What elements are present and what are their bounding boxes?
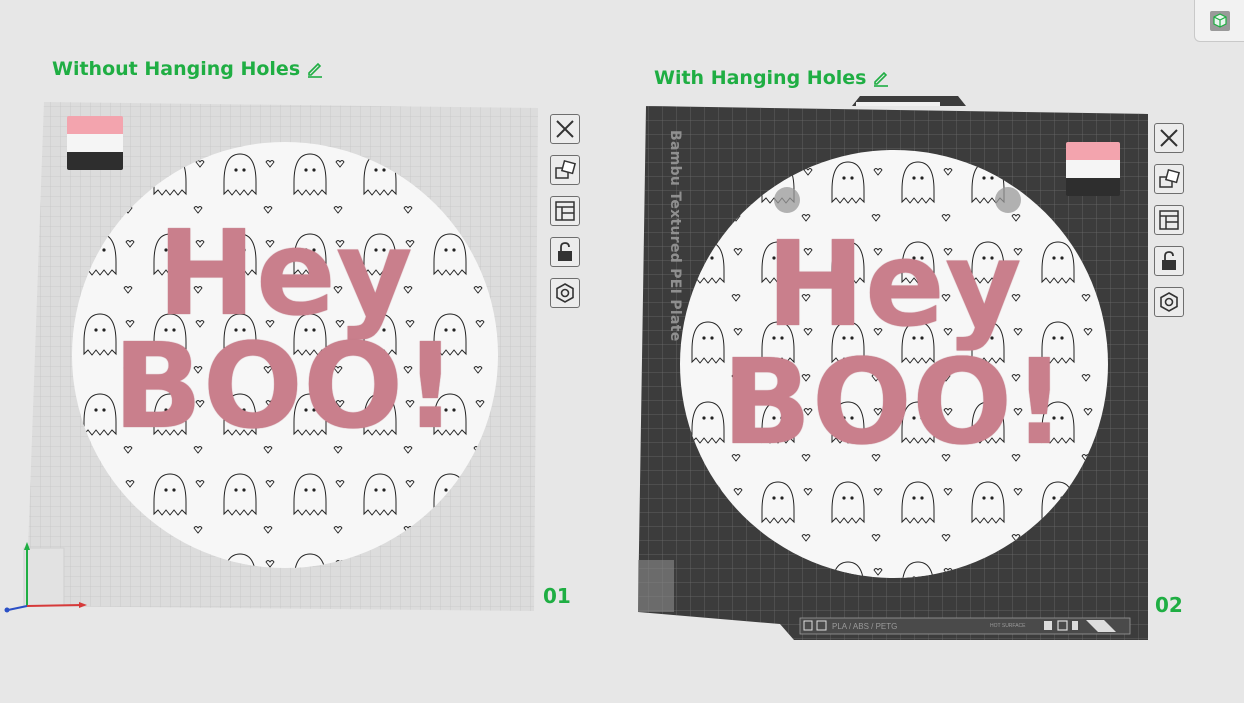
plate-2-title: With Hanging Holes <box>654 67 890 89</box>
arrange-button[interactable] <box>1154 205 1184 235</box>
auto-orient-icon <box>1159 168 1180 188</box>
auto-orient-icon <box>555 159 576 179</box>
arrange-icon <box>555 201 575 221</box>
settings-hex-icon <box>556 283 574 303</box>
design-text-line2-plate1: BOO! <box>112 317 458 455</box>
close-icon <box>1160 129 1178 147</box>
design-text-line1-plate1: Hey <box>157 204 413 342</box>
cube-icon <box>1209 10 1230 31</box>
plate-settings-button[interactable] <box>1154 287 1184 317</box>
settings-hex-icon <box>1160 292 1178 312</box>
bed-footer-label: PLA / ABS / PETG <box>832 622 898 631</box>
arrange-button[interactable] <box>550 196 580 226</box>
plate-2-number: 02 <box>1155 593 1183 617</box>
hanging-hole-left <box>774 187 800 213</box>
edit-icon[interactable] <box>306 60 324 78</box>
design-text-line2-plate2: BOO! <box>721 333 1067 471</box>
edit-icon[interactable] <box>872 69 890 87</box>
plate-settings-button[interactable] <box>550 278 580 308</box>
lock-icon <box>1162 251 1176 270</box>
lock-plate-button[interactable] <box>1154 246 1184 276</box>
plate-1-title-text: Without Hanging Holes <box>52 58 301 80</box>
hanging-hole-right <box>995 187 1021 213</box>
delete-plate-button[interactable] <box>1154 123 1184 153</box>
bed-footer-small: HOT SURFACE <box>990 623 1026 629</box>
model-disc-1[interactable]: Hey BOO! <box>72 142 498 568</box>
view-cube-button[interactable] <box>1194 0 1244 42</box>
lock-plate-button[interactable] <box>550 237 580 267</box>
close-icon <box>556 120 574 138</box>
arrange-icon <box>1159 210 1179 230</box>
auto-orient-button[interactable] <box>550 155 580 185</box>
plate-2-title-text: With Hanging Holes <box>654 67 867 89</box>
lock-icon <box>558 242 572 261</box>
delete-plate-button[interactable] <box>550 114 580 144</box>
design-text-line1-plate2: Hey <box>766 215 1022 353</box>
auto-orient-button[interactable] <box>1154 164 1184 194</box>
plate-1-title: Without Hanging Holes <box>52 58 324 80</box>
plate-1-number: 01 <box>543 584 571 608</box>
model-disc-2[interactable]: Hey BOO! <box>680 150 1108 578</box>
plate-2-toolbar <box>1154 123 1184 317</box>
plate-1-toolbar <box>550 114 580 308</box>
